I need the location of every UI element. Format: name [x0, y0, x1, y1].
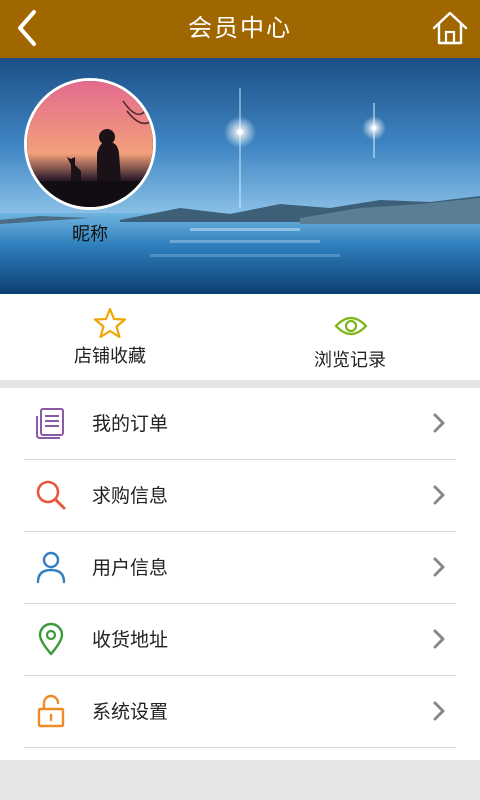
- chevron-right-icon: [433, 557, 445, 577]
- unlock-icon: [37, 694, 65, 728]
- menu-item-label: 系统设置: [92, 701, 169, 723]
- menu-item-shipping-address[interactable]: 收货地址: [24, 604, 456, 676]
- store-favorites-button[interactable]: 店铺收藏: [0, 294, 230, 380]
- avatar[interactable]: [24, 78, 156, 210]
- chevron-right-icon: [433, 413, 445, 433]
- star-icon: [93, 307, 127, 339]
- user-icon: [36, 551, 66, 584]
- menu-list: 我的订单 求购信息 用户信息 收货地址 系统设置: [0, 388, 480, 760]
- home-icon[interactable]: [430, 8, 470, 48]
- menu-item-system-settings[interactable]: 系统设置: [24, 676, 456, 748]
- browsing-history-label: 浏览记录: [314, 350, 386, 371]
- eye-icon: [334, 316, 368, 336]
- search-icon: [36, 480, 66, 510]
- quick-actions: 店铺收藏 浏览记录: [0, 294, 480, 380]
- nickname[interactable]: 昵称: [40, 220, 140, 246]
- menu-item-label: 我的订单: [92, 413, 169, 435]
- menu-item-user-info[interactable]: 用户信息: [24, 532, 456, 604]
- menu-item-purchase-requests[interactable]: 求购信息: [24, 460, 456, 532]
- store-favorites-label: 店铺收藏: [74, 346, 146, 367]
- location-pin-icon: [38, 622, 64, 656]
- menu-item-label: 求购信息: [92, 485, 169, 507]
- menu-item-label: 收货地址: [92, 629, 169, 651]
- profile-banner: 昵称: [0, 58, 480, 294]
- chevron-right-icon: [433, 701, 445, 721]
- order-document-icon: [36, 408, 64, 439]
- menu-item-label: 用户信息: [92, 557, 169, 579]
- browsing-history-button[interactable]: 浏览记录: [230, 294, 470, 380]
- top-bar: 会员中心: [0, 0, 480, 58]
- chevron-right-icon: [433, 629, 445, 649]
- avatar-image: [27, 81, 153, 207]
- menu-item-my-orders[interactable]: 我的订单: [24, 388, 456, 460]
- chevron-right-icon: [433, 485, 445, 505]
- page-title: 会员中心: [188, 14, 292, 42]
